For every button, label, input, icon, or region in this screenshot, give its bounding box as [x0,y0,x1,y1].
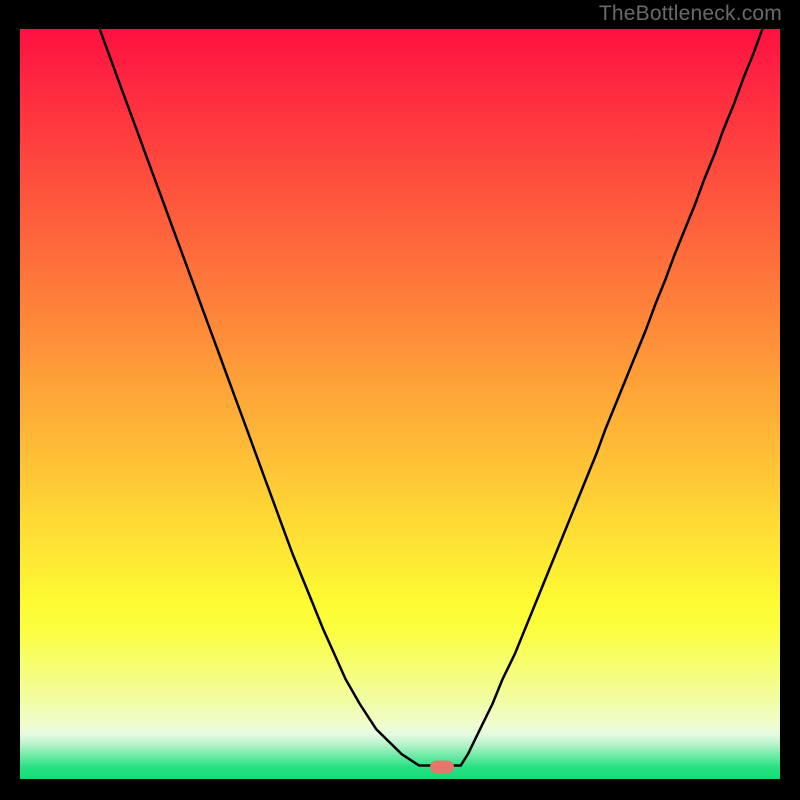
curve-path [100,29,763,766]
bottleneck-curve [20,29,780,779]
attribution-text: TheBottleneck.com [599,2,782,26]
chart-frame: TheBottleneck.com [0,0,800,800]
plot-area [20,29,780,779]
optimal-point-marker [430,761,454,774]
